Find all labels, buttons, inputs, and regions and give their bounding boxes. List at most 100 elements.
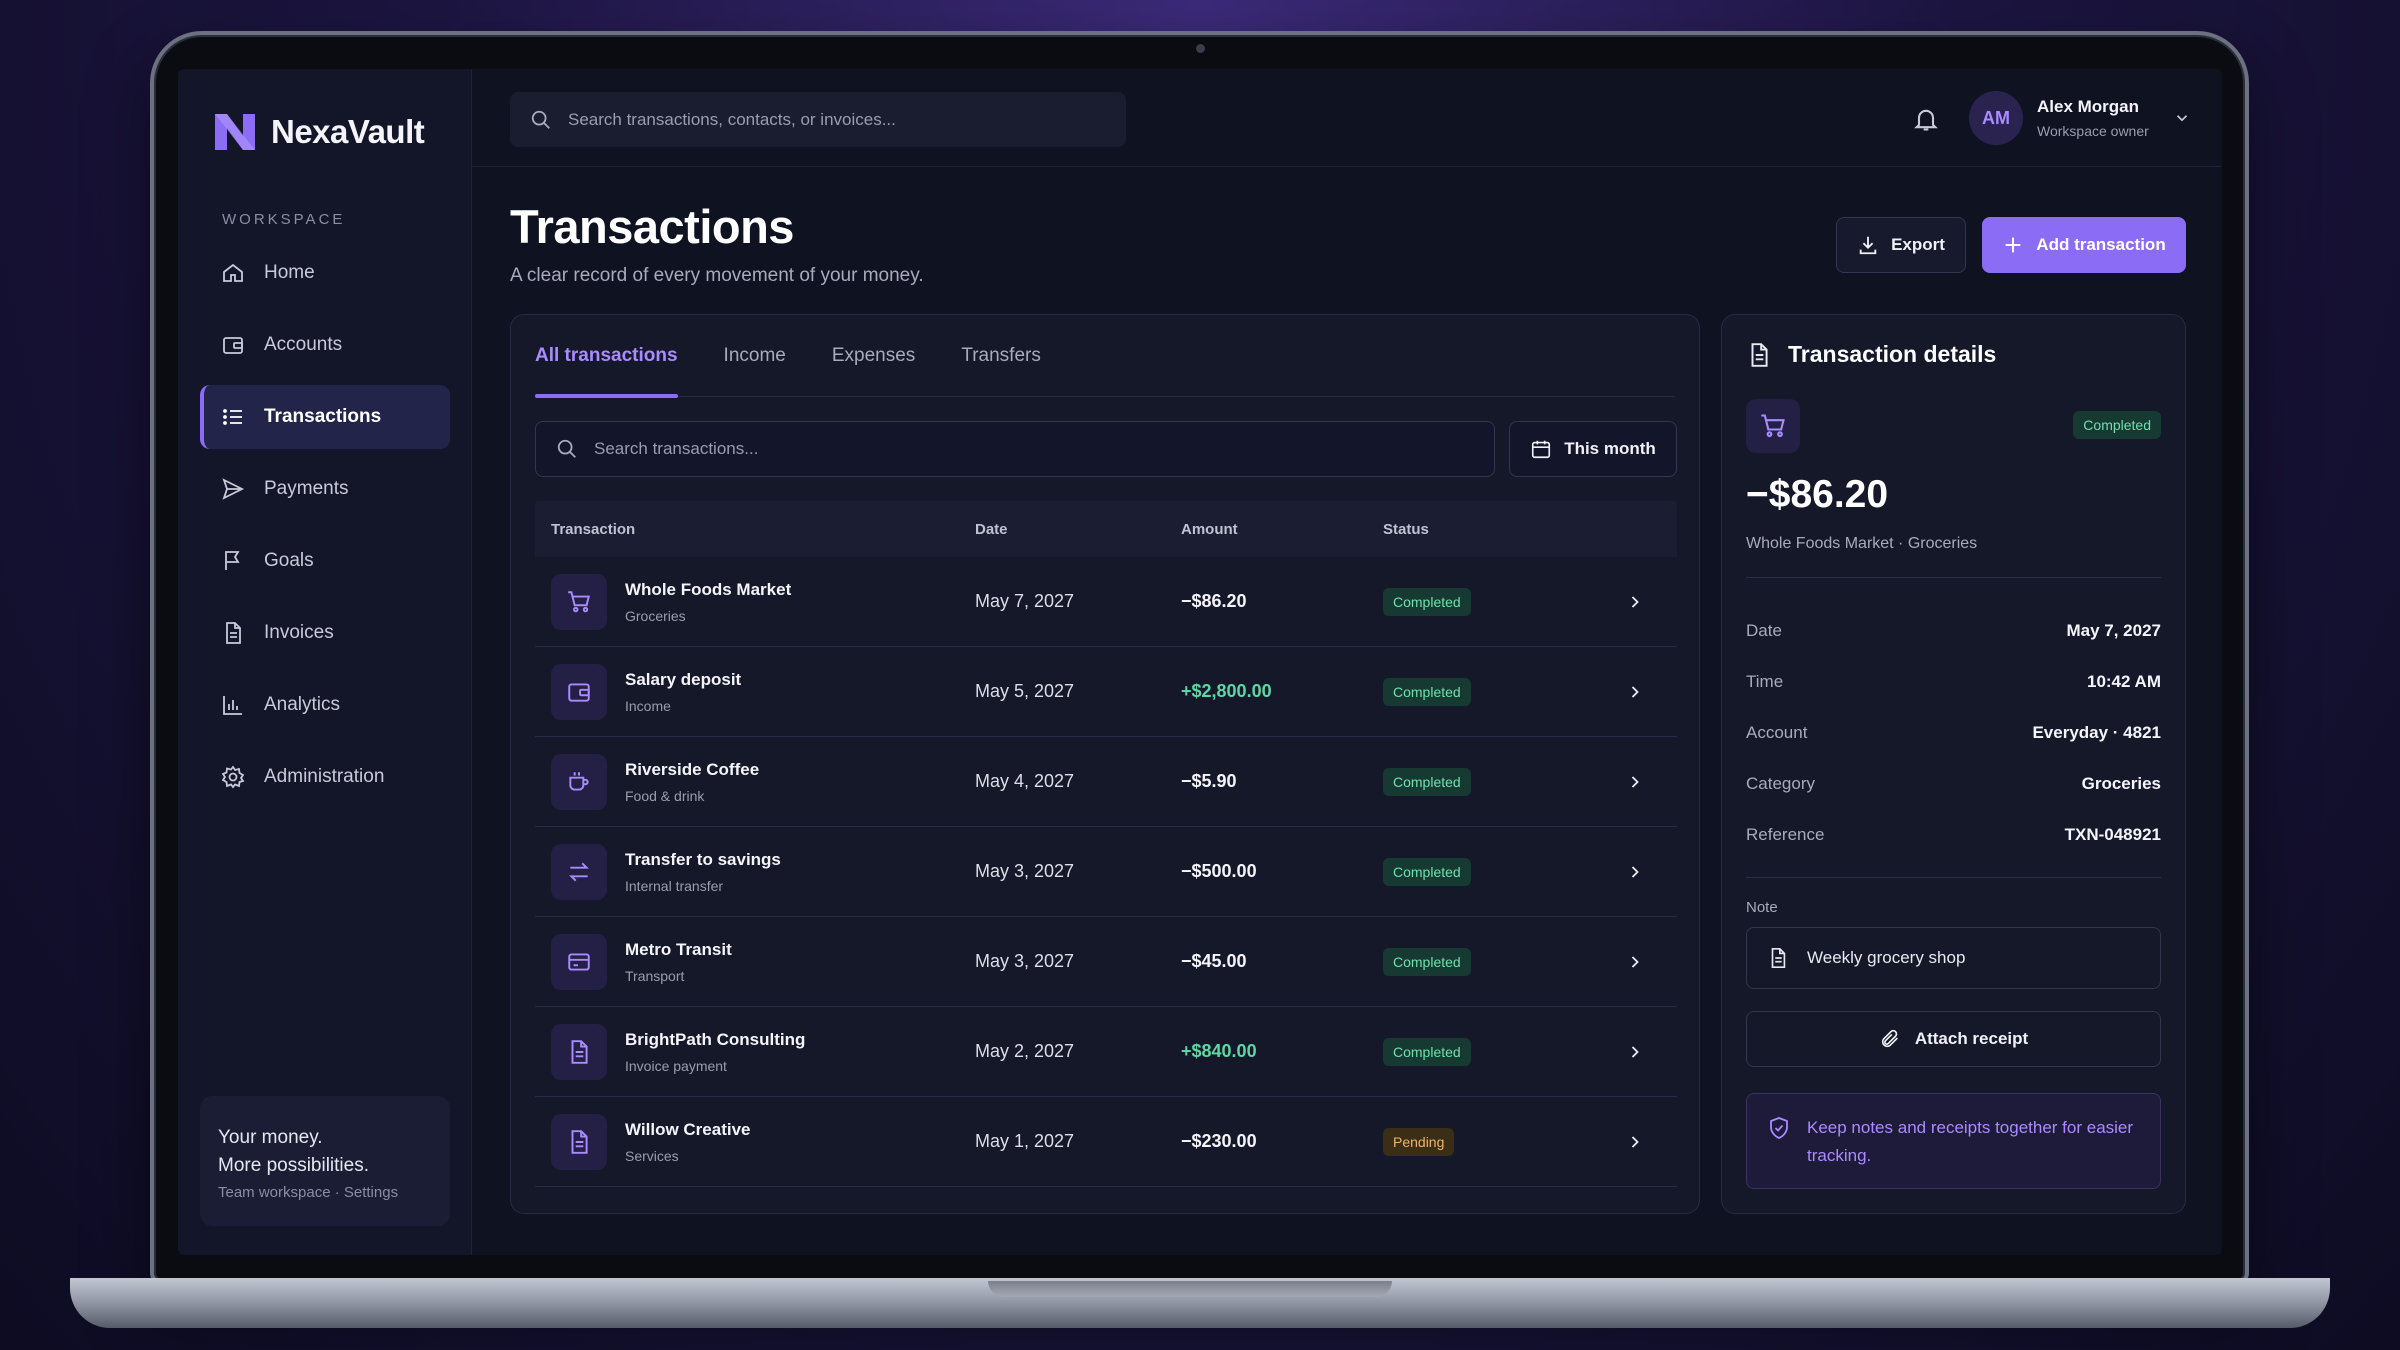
sidebar-item-invoices[interactable]: Invoices	[200, 601, 450, 665]
chevron-right-icon	[1631, 775, 1639, 788]
transaction-category: Invoice payment	[625, 1057, 727, 1074]
status-cell: Completed	[1383, 677, 1593, 706]
transaction-name: Salary deposit	[625, 669, 742, 689]
chevron-right-icon	[1631, 865, 1639, 878]
table-row[interactable]: BrightPath Consulting Invoice payment Ma…	[535, 1007, 1677, 1097]
sidebar-item-goals[interactable]: Goals	[200, 529, 450, 593]
transaction-amount: +$840.00	[1181, 1041, 1257, 1061]
page-title: Transactions	[510, 200, 794, 253]
row-open-button[interactable]	[1593, 592, 1677, 612]
column-header-amount[interactable]: Amount	[1181, 521, 1383, 538]
table-row[interactable]: Salary deposit Income May 5, 2027 +$2,80…	[535, 647, 1677, 737]
table-row[interactable]: Whole Foods Market Groceries May 7, 2027…	[535, 557, 1677, 647]
transaction-cell: Whole Foods Market Groceries	[535, 573, 975, 630]
download-icon	[1859, 236, 1877, 255]
detail-row-account: Account Everyday · 4821	[1746, 707, 2161, 758]
global-search-input[interactable]	[568, 109, 1108, 130]
table-row[interactable]: Riverside Coffee Food & drink May 4, 202…	[535, 737, 1677, 827]
tip-text: Keep notes and receipts together for eas…	[1807, 1118, 2134, 1165]
transaction-icon-tile	[551, 1113, 607, 1170]
transaction-date: May 2, 2027	[975, 1041, 1075, 1061]
status-cell: Completed	[1383, 1037, 1593, 1066]
workspace-section-label: WORKSPACE	[222, 211, 346, 228]
tab-income[interactable]: Income	[724, 315, 786, 397]
workspace-promo-card[interactable]: Your money. More possibilities. Team wor…	[200, 1096, 450, 1226]
transaction-icon-tile	[551, 843, 607, 900]
row-open-button[interactable]	[1593, 862, 1677, 882]
transaction-amount: −$230.00	[1181, 1131, 1257, 1151]
detail-value: Everyday · 4821	[2032, 722, 2161, 742]
column-header-transaction[interactable]: Transaction	[535, 521, 975, 538]
transaction-category: Services	[625, 1147, 679, 1164]
row-open-button[interactable]	[1593, 1132, 1677, 1152]
calendar-icon	[1532, 440, 1551, 459]
sidebar-item-label: Invoices	[264, 622, 334, 643]
wallet-icon	[220, 332, 246, 358]
note-field[interactable]: Weekly grocery shop	[1746, 927, 2161, 989]
tab-expenses[interactable]: Expenses	[832, 315, 915, 397]
transaction-icon-tile	[551, 933, 607, 990]
period-filter-button[interactable]: This month	[1509, 421, 1677, 477]
sidebar-nav: Home Accounts Transactions Payments Goal…	[200, 241, 450, 817]
table-row[interactable]: Metro Transit Transport May 3, 2027 −$45…	[535, 917, 1677, 1007]
transaction-amount: −$45.00	[1181, 951, 1247, 971]
sidebar-item-label: Payments	[264, 478, 349, 499]
tip-callout: Keep notes and receipts together for eas…	[1746, 1093, 2161, 1189]
promo-line-1: Your money.	[218, 1127, 323, 1148]
status-badge: Completed	[1383, 1037, 1471, 1066]
tab-transfers[interactable]: Transfers	[961, 315, 1041, 397]
global-search	[510, 92, 1126, 147]
transaction-search-input[interactable]	[594, 439, 1474, 459]
row-open-button[interactable]	[1593, 1042, 1677, 1062]
brand-name: NexaVault	[271, 113, 425, 150]
row-open-button[interactable]	[1593, 952, 1677, 972]
row-open-button[interactable]	[1593, 682, 1677, 702]
logo[interactable]: NexaVault	[211, 110, 425, 154]
transaction-amount: −$86.20	[1181, 591, 1247, 611]
transactions-panel: All transactions Income Expenses Transfe…	[510, 314, 1700, 1214]
sidebar-item-home[interactable]: Home	[200, 241, 450, 305]
notification-bell-icon[interactable]	[1912, 105, 1940, 133]
sidebar-item-administration[interactable]: Administration	[200, 745, 450, 809]
cart-icon	[568, 590, 590, 612]
transaction-cell: Riverside Coffee Food & drink	[535, 753, 975, 810]
sidebar-item-label: Analytics	[264, 694, 341, 715]
table-row[interactable]: Willow Creative Services May 1, 2027 −$2…	[535, 1097, 1677, 1187]
wallet-icon	[568, 682, 590, 702]
add-transaction-button[interactable]: Add transaction	[1982, 217, 2186, 273]
column-header-date[interactable]: Date	[975, 521, 1181, 538]
tab-all-transactions[interactable]: All transactions	[535, 315, 678, 398]
status-badge: Completed	[2073, 411, 2161, 439]
plus-icon	[2005, 237, 2021, 253]
transaction-amount: −$500.00	[1181, 861, 1257, 881]
logo-mark-icon	[215, 114, 255, 150]
divider	[1746, 577, 2161, 578]
sidebar-item-accounts[interactable]: Accounts	[200, 313, 450, 377]
user-name: Alex Morgan	[2037, 97, 2140, 116]
status-badge: Completed	[1383, 767, 1471, 796]
sidebar-item-analytics[interactable]: Analytics	[200, 673, 450, 737]
column-header-status[interactable]: Status	[1383, 521, 1593, 538]
note-document-icon	[1771, 948, 1786, 968]
transaction-category: Transport	[625, 967, 685, 984]
user-menu[interactable]: AM Alex Morgan Workspace owner	[1969, 91, 2191, 145]
transaction-name: Whole Foods Market	[625, 579, 792, 599]
export-button[interactable]: Export	[1836, 217, 1966, 273]
page-subtitle: A clear record of every movement of your…	[510, 265, 924, 286]
sidebar-item-label: Transactions	[264, 406, 382, 427]
status-badge: Completed	[1383, 587, 1471, 616]
row-open-button[interactable]	[1593, 772, 1677, 792]
detail-key: Reference	[1746, 824, 1825, 844]
sidebar-item-payments[interactable]: Payments	[200, 457, 450, 521]
transaction-cell: Metro Transit Transport	[535, 933, 975, 990]
transaction-search	[535, 421, 1495, 477]
table-header: Transaction Date Amount Status	[535, 501, 1677, 557]
transaction-category: Food & drink	[625, 787, 705, 804]
sidebar-item-transactions[interactable]: Transactions	[200, 385, 450, 449]
attach-receipt-button[interactable]: Attach receipt	[1746, 1011, 2161, 1067]
table-row[interactable]: Transfer to savings Internal transfer Ma…	[535, 827, 1677, 917]
period-filter-label: This month	[1564, 439, 1656, 458]
chevron-right-icon	[1631, 685, 1639, 698]
transactions-table: Transaction Date Amount Status Whole Foo…	[535, 501, 1677, 1187]
status-badge: Completed	[1383, 947, 1471, 976]
